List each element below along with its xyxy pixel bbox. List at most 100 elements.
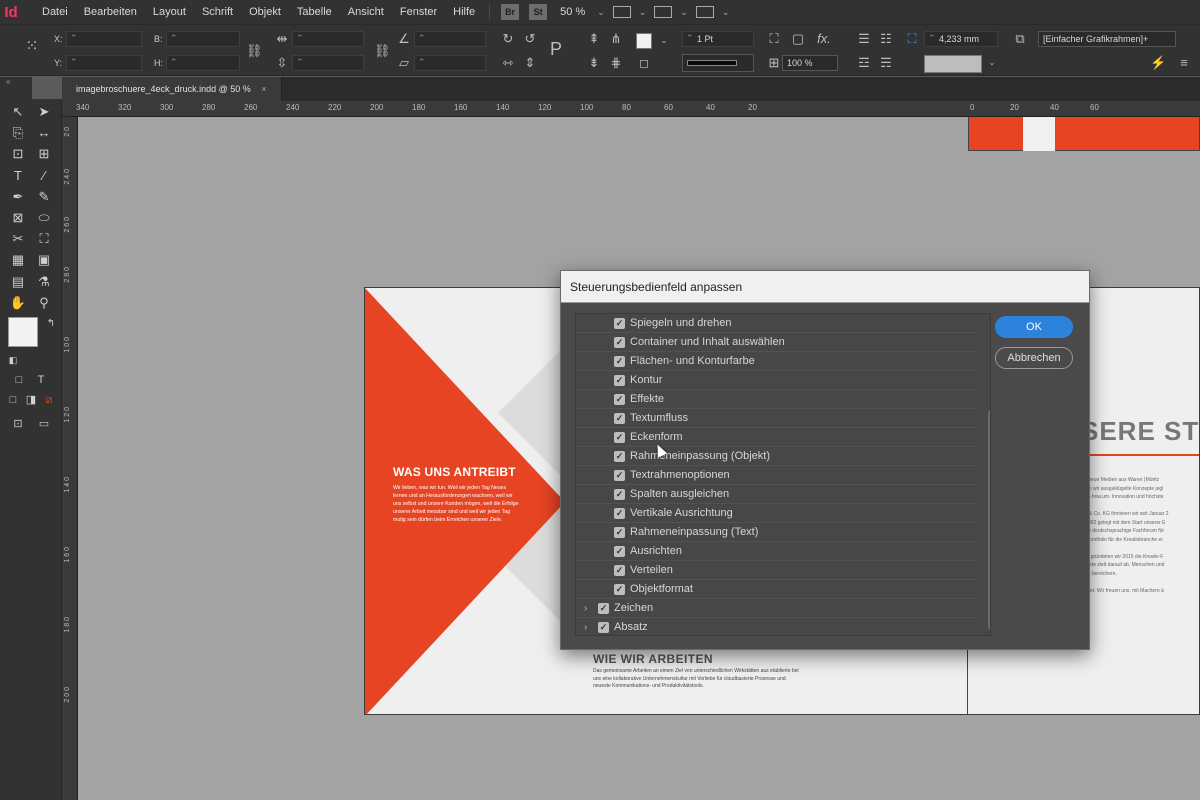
paragraph-wie-wir-arbeiten[interactable]: Das gemeinsame Arbeiten an einem Ziel vo…: [593, 668, 803, 691]
menu-hilfe[interactable]: Hilfe: [445, 0, 483, 24]
select-previous-icon[interactable]: ⋔: [608, 31, 624, 47]
menu-layout[interactable]: Layout: [145, 0, 194, 24]
opacity-field[interactable]: 100 %: [782, 55, 838, 71]
menu-objekt[interactable]: Objekt: [241, 0, 289, 24]
formatting-text-icon[interactable]: T: [32, 371, 50, 389]
checkbox[interactable]: ✓: [614, 565, 625, 576]
type-tool-icon[interactable]: T: [9, 167, 27, 185]
list-item[interactable]: ✓ Eckenform: [576, 428, 976, 447]
view-options-icon[interactable]: [612, 6, 631, 18]
checkbox[interactable]: ✓: [614, 508, 625, 519]
screen-mode-icon[interactable]: [654, 6, 673, 18]
option-tree-list[interactable]: ✓ Spiegeln und drehen ✓ Container und Inha…: [575, 313, 991, 636]
list-item[interactable]: ✓ Flächen- und Konturfarbe: [576, 352, 976, 371]
arrange-chevron-down-icon[interactable]: ⌄: [722, 7, 730, 18]
menu-bearbeiten[interactable]: Bearbeiten: [76, 0, 145, 24]
style-chevron-down-icon[interactable]: ⌄: [984, 55, 1000, 71]
apply-color-icon[interactable]: □: [4, 391, 22, 409]
paragraph-was-uns-antreibt[interactable]: Wir lieben, was wir tun. Weil wir jeden …: [393, 484, 521, 524]
preview-mode-icon[interactable]: ▭: [35, 415, 53, 433]
checkbox[interactable]: ✓: [614, 394, 625, 405]
list-item[interactable]: ✓ Ausrichten: [576, 542, 976, 561]
list-scrollbar[interactable]: [988, 360, 990, 635]
drop-shadow-icon[interactable]: ▢: [790, 31, 806, 47]
checkbox[interactable]: ✓: [598, 603, 609, 614]
list-item[interactable]: ✓ Objektformat: [576, 580, 976, 599]
list-item[interactable]: ✓ Container und Inhalt auswählen: [576, 333, 976, 352]
normal-view-icon[interactable]: ⊡: [9, 415, 27, 433]
shear-angle-field[interactable]: [414, 55, 486, 71]
checkbox[interactable]: ✓: [614, 451, 625, 462]
note-tool-icon[interactable]: ▤: [9, 273, 27, 291]
list-item[interactable]: ✓ Rahmeneinpassung (Text): [576, 523, 976, 542]
gap-tool-icon[interactable]: ↔: [35, 124, 53, 142]
stroke-weight-field[interactable]: 1 Pt: [682, 31, 754, 47]
view-chevron-down-icon[interactable]: ⌄: [639, 7, 647, 18]
rectangle-frame-tool-icon[interactable]: ⊠: [9, 209, 27, 227]
line-tool-icon[interactable]: ⁄: [35, 167, 53, 185]
menu-datei[interactable]: Datei: [34, 0, 76, 24]
stroke-preview-box[interactable]: [924, 55, 982, 73]
pencil-tool-icon[interactable]: ✎: [35, 188, 53, 206]
formatting-container-icon[interactable]: □: [10, 371, 28, 389]
list-item[interactable]: ✓ Effekte: [576, 390, 976, 409]
corner-size-field[interactable]: 4,233 mm: [924, 31, 998, 47]
ellipse-tool-icon[interactable]: ⬭: [35, 209, 53, 227]
list-item-group[interactable]: › ✓ Absatz: [576, 618, 976, 635]
select-next-icon[interactable]: ⋕: [608, 55, 624, 71]
flip-horizontal-icon[interactable]: ⇿: [500, 55, 516, 71]
ok-button[interactable]: OK: [995, 316, 1073, 338]
checkbox[interactable]: ✓: [598, 622, 609, 633]
stock-button[interactable]: St: [529, 4, 548, 20]
gradient-feather-tool-icon[interactable]: ▣: [35, 251, 53, 269]
select-content-icon[interactable]: ⇟: [586, 55, 602, 71]
page-tool-icon[interactable]: ⎘: [9, 124, 27, 142]
object-style-select[interactable]: [Einfacher Grafikrahmen]+: [1038, 31, 1176, 47]
quick-apply-icon[interactable]: ⚡: [1150, 55, 1166, 71]
screen-chevron-down-icon[interactable]: ⌄: [680, 7, 688, 18]
effects-fx-icon[interactable]: fx.: [816, 31, 832, 47]
free-transform-tool-icon[interactable]: ⛶: [35, 230, 53, 248]
bridge-button[interactable]: Br: [501, 4, 520, 20]
content-collector-icon[interactable]: ⊡: [9, 145, 27, 163]
tools-collapse-handle[interactable]: «: [0, 77, 32, 99]
horizontal-ruler[interactable]: 340 320 300 280 260 240 220 200 180 160 …: [62, 101, 1200, 117]
rotate-angle-field[interactable]: [414, 31, 486, 47]
default-fill-stroke-icon[interactable]: ◧: [4, 351, 22, 369]
gradient-swatch-tool-icon[interactable]: ▦: [9, 251, 27, 269]
heading-was-uns-antreibt[interactable]: WAS UNS ANTREIBT: [393, 465, 516, 479]
checkbox[interactable]: ✓: [614, 413, 625, 424]
direct-selection-tool-icon[interactable]: ➤: [35, 103, 53, 121]
select-container-icon[interactable]: ⇞: [586, 31, 602, 47]
corner-options-icon[interactable]: ⛶: [766, 31, 782, 47]
arrange-documents-icon[interactable]: [695, 6, 714, 18]
fill-swatch[interactable]: [636, 33, 652, 49]
document-tab[interactable]: imagebroschuere_4eck_druck.indd @ 50 % ×: [62, 77, 282, 101]
flip-vertical-icon[interactable]: ⇕: [522, 55, 538, 71]
list-item-group[interactable]: › ✓ Zeichen: [576, 599, 976, 618]
stroke-type-select[interactable]: [682, 54, 754, 72]
swap-fill-stroke-icon[interactable]: ↰: [42, 315, 60, 333]
vertical-ruler[interactable]: 2 0 2 4 0 2 6 0 2 8 0 1 0 0 1 2 0 1 4 0 …: [62, 117, 78, 800]
rotate-cw-icon[interactable]: ↻: [500, 31, 516, 47]
width-field[interactable]: [166, 31, 240, 47]
list-item[interactable]: ✓ Spalten ausgleichen: [576, 485, 976, 504]
checkbox[interactable]: ✓: [614, 318, 625, 329]
story-text-frame[interactable]: für neue Medien aus Waren (Müritz ellen …: [1081, 476, 1199, 595]
checkbox[interactable]: ✓: [614, 584, 625, 595]
y-field[interactable]: [66, 55, 142, 71]
checkbox[interactable]: ✓: [614, 337, 625, 348]
checkbox[interactable]: ✓: [614, 546, 625, 557]
stroke-swatch-icon[interactable]: ◻: [636, 55, 652, 71]
list-item[interactable]: ✓ Textrahmenoptionen: [576, 466, 976, 485]
text-wrap-jump-icon[interactable]: ☴: [878, 55, 894, 71]
text-wrap-shape-icon[interactable]: ☲: [856, 55, 872, 71]
eyedropper-tool-icon[interactable]: ⚗: [35, 273, 53, 291]
constrain-scale-icon[interactable]: ⛓: [374, 43, 391, 59]
cancel-button[interactable]: Abbrechen: [995, 347, 1073, 369]
scale-x-field[interactable]: [292, 31, 364, 47]
zoom-level[interactable]: 50 %: [552, 6, 593, 18]
zoom-tool-icon[interactable]: ⚲: [35, 294, 53, 312]
list-item[interactable]: ✓ Verteilen: [576, 561, 976, 580]
menu-ansicht[interactable]: Ansicht: [340, 0, 392, 24]
